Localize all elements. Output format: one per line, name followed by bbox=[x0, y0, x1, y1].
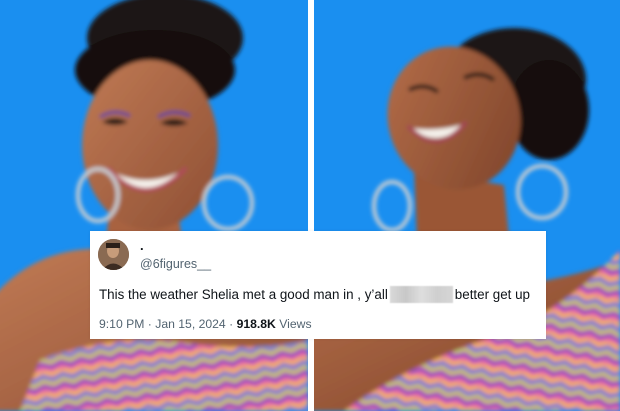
views-label: Views bbox=[279, 317, 312, 331]
meta-separator: · bbox=[147, 317, 152, 331]
right-photo-panel bbox=[314, 0, 620, 411]
avatar[interactable] bbox=[98, 239, 129, 270]
tweet-text-before: This the weather Shelia met a good man i… bbox=[99, 287, 388, 302]
display-name[interactable]: . bbox=[140, 238, 144, 253]
tweet-card[interactable]: . @6figures__ This the weather Shelia me… bbox=[90, 231, 546, 339]
tweet-text: This the weather Shelia met a good man i… bbox=[99, 286, 530, 303]
tweet-text-after: better get up bbox=[454, 287, 530, 302]
views-count[interactable]: 918.8K bbox=[237, 317, 276, 331]
profile-picture-icon bbox=[98, 239, 129, 270]
redacted-word bbox=[389, 286, 453, 303]
left-photo-panel bbox=[0, 0, 308, 411]
tweet-date[interactable]: Jan 15, 2024 bbox=[155, 317, 225, 331]
user-handle[interactable]: @6figures__ bbox=[140, 257, 211, 271]
smiling-woman-photo bbox=[0, 0, 308, 411]
tweet-meta: 9:10 PM · Jan 15, 2024 · 918.8K Views bbox=[99, 317, 312, 331]
meta-separator: · bbox=[229, 317, 234, 331]
laughing-woman-photo bbox=[314, 28, 620, 411]
tweet-time[interactable]: 9:10 PM bbox=[99, 317, 144, 331]
